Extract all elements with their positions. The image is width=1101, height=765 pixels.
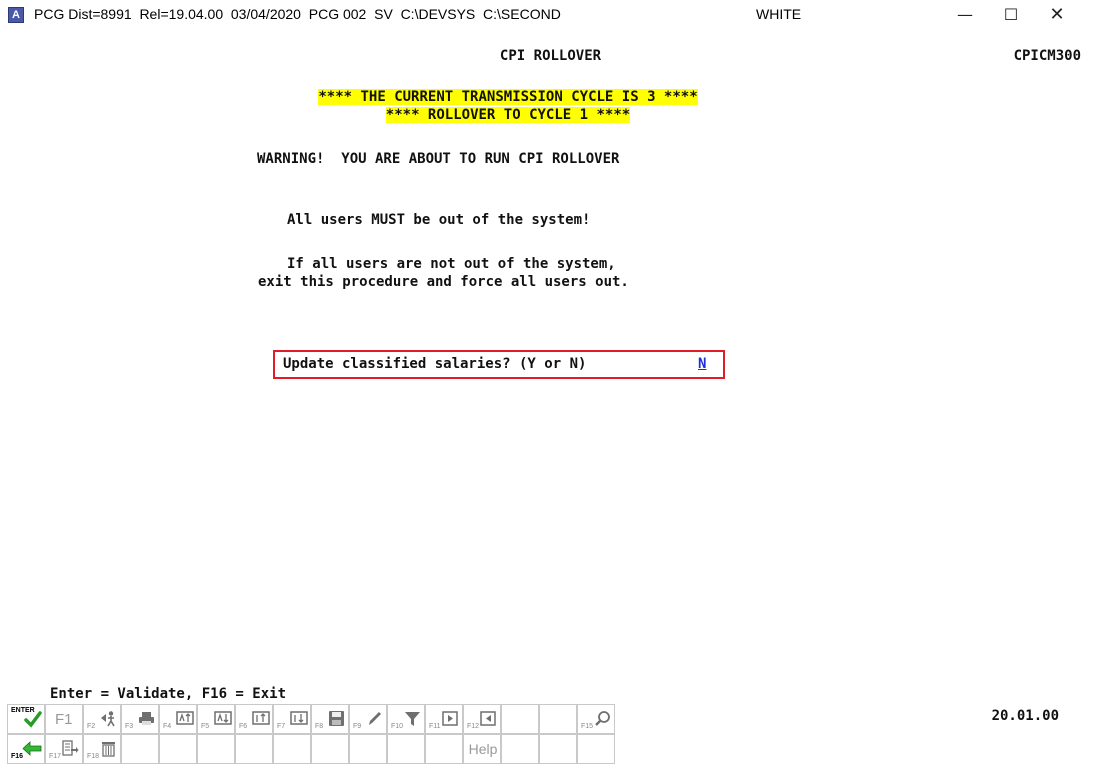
window-user: WHITE bbox=[756, 6, 802, 22]
f16-key[interactable]: F16 bbox=[7, 734, 45, 764]
update-salaries-input[interactable]: N bbox=[698, 355, 712, 373]
last-record-icon bbox=[290, 710, 308, 727]
date-code: 20.01.00 bbox=[991, 708, 1059, 724]
f9-key[interactable]: F9 bbox=[349, 704, 387, 734]
f10-key-label: F10 bbox=[391, 723, 404, 730]
f14-key bbox=[539, 704, 577, 734]
f15-key[interactable]: F15 bbox=[577, 704, 615, 734]
blank-key bbox=[121, 734, 159, 764]
search-icon bbox=[594, 710, 611, 727]
f15-key-label: F15 bbox=[581, 723, 594, 730]
exit-arrow-icon bbox=[22, 740, 42, 757]
blank-key bbox=[159, 734, 197, 764]
f8-key[interactable]: F8 bbox=[311, 704, 349, 734]
warning-message: WARNING! YOU ARE ABOUT TO RUN CPI ROLLOV… bbox=[257, 151, 620, 167]
f12-key[interactable]: F12 bbox=[463, 704, 501, 734]
blank-key bbox=[501, 734, 539, 764]
exit-message-line2: exit this procedure and force all users … bbox=[258, 274, 629, 290]
update-salaries-label: Update classified salaries? (Y or N) bbox=[283, 356, 587, 372]
previous-icon bbox=[480, 710, 497, 727]
f7-key-label: F7 bbox=[277, 723, 286, 730]
person-arrow-icon bbox=[100, 710, 117, 727]
f1-label: F1 bbox=[55, 711, 73, 728]
title-bar: A PCG Dist=8991 Rel=19.04.00 03/04/2020 … bbox=[0, 0, 1101, 30]
f6-key[interactable]: F6 bbox=[235, 704, 273, 734]
f4-key-label: F4 bbox=[163, 723, 172, 730]
f4-key[interactable]: F4 bbox=[159, 704, 197, 734]
f2-key[interactable]: F2 bbox=[83, 704, 121, 734]
rollover-banner: **** ROLLOVER TO CYCLE 1 **** bbox=[0, 106, 1016, 124]
rollover-banner-text: **** ROLLOVER TO CYCLE 1 **** bbox=[385, 107, 631, 123]
users-message: All users MUST be out of the system! bbox=[287, 212, 591, 228]
enter-key[interactable]: ENTER bbox=[7, 704, 45, 734]
f13-key bbox=[501, 704, 539, 734]
next-icon bbox=[442, 710, 459, 727]
f5-key[interactable]: F5 bbox=[197, 704, 235, 734]
f3-key[interactable]: F3 bbox=[121, 704, 159, 734]
blank-key bbox=[539, 734, 577, 764]
printer-icon bbox=[138, 710, 155, 727]
key-help: Enter = Validate, F16 = Exit bbox=[50, 686, 287, 702]
first-record-icon bbox=[252, 710, 270, 727]
f10-key[interactable]: F10 bbox=[387, 704, 425, 734]
f6-key-label: F6 bbox=[239, 723, 248, 730]
f2-key-label: F2 bbox=[87, 723, 96, 730]
blank-key bbox=[349, 734, 387, 764]
cycle-banner: **** THE CURRENT TRANSMISSION CYCLE IS 3… bbox=[0, 88, 1016, 106]
maximize-button[interactable]: ☐ bbox=[988, 0, 1034, 30]
app-icon: A bbox=[8, 7, 24, 23]
f17-key-label: F17 bbox=[49, 753, 62, 760]
blank-key bbox=[311, 734, 349, 764]
f7-key[interactable]: F7 bbox=[273, 704, 311, 734]
blank-key bbox=[235, 734, 273, 764]
f11-key[interactable]: F11 bbox=[425, 704, 463, 734]
filter-icon bbox=[404, 710, 421, 727]
page-down-icon bbox=[214, 710, 232, 727]
check-icon bbox=[24, 710, 42, 728]
f18-key[interactable]: F18 bbox=[83, 734, 121, 764]
f11-key-label: F11 bbox=[429, 723, 441, 730]
f1-key[interactable]: F1 bbox=[45, 704, 83, 734]
f17-key[interactable]: F17 bbox=[45, 734, 83, 764]
save-icon bbox=[328, 710, 345, 727]
f3-key-label: F3 bbox=[125, 723, 134, 730]
cycle-banner-text: **** THE CURRENT TRANSMISSION CYCLE IS 3… bbox=[318, 89, 698, 105]
f12-key-label: F12 bbox=[467, 723, 480, 730]
f9-key-label: F9 bbox=[353, 723, 362, 730]
window-title: PCG Dist=8991 Rel=19.04.00 03/04/2020 PC… bbox=[34, 6, 561, 22]
help-key[interactable]: Help bbox=[463, 734, 501, 764]
blank-key bbox=[197, 734, 235, 764]
blank-key bbox=[387, 734, 425, 764]
function-key-toolbar: ENTER F1 F2 F3 F4 F5 F6 F7 F8 F9 F10 F11 F12 F15 F16 F1… bbox=[7, 704, 947, 765]
blank-key bbox=[577, 734, 615, 764]
help-label: Help bbox=[468, 741, 498, 757]
trash-icon bbox=[100, 740, 117, 757]
pencil-icon bbox=[366, 710, 383, 727]
minimize-button[interactable]: — bbox=[942, 0, 988, 30]
f18-key-label: F18 bbox=[87, 753, 100, 760]
exit-message-line1: If all users are not out of the system, bbox=[287, 256, 616, 272]
program-id: CPICM300 bbox=[1013, 48, 1081, 64]
export-icon bbox=[62, 740, 79, 757]
close-button[interactable]: ✕ bbox=[1034, 0, 1080, 30]
blank-key bbox=[273, 734, 311, 764]
blank-key bbox=[425, 734, 463, 764]
f5-key-label: F5 bbox=[201, 723, 210, 730]
f8-key-label: F8 bbox=[315, 723, 324, 730]
page-up-icon bbox=[176, 710, 194, 727]
screen-title: CPI ROLLOVER bbox=[499, 48, 602, 64]
